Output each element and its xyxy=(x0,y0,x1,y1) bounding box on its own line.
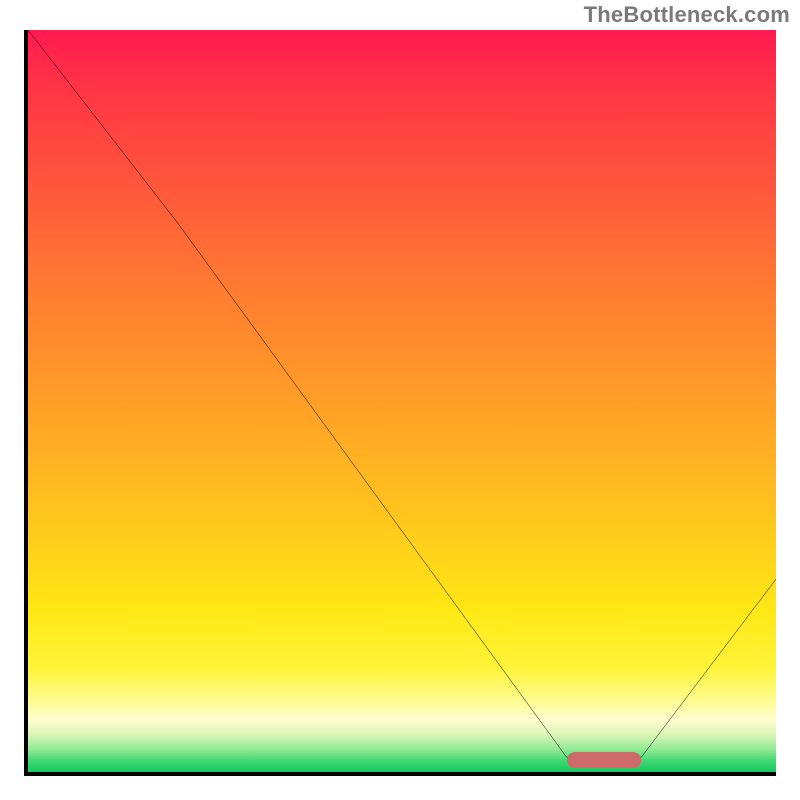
bottleneck-curve xyxy=(28,30,776,772)
chart-plot-area xyxy=(24,30,776,776)
attribution-text: TheBottleneck.com xyxy=(584,2,790,28)
optimal-range-marker xyxy=(567,752,642,768)
